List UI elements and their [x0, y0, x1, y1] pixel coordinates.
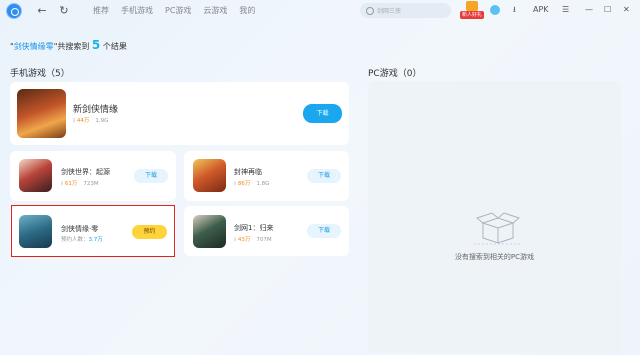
maximize-icon[interactable]: ☐ [604, 4, 611, 16]
nav-cloud-games[interactable]: 云游戏 [203, 5, 227, 17]
close-icon[interactable]: ✕ [623, 4, 630, 16]
game-thumbnail [17, 89, 66, 138]
download-count-icon: ⭳ [234, 236, 237, 243]
pc-empty-text: 没有搜索到相关的PC游戏 [454, 253, 535, 261]
featured-game-card[interactable]: 新剑侠情缘 ⭳ 44万 1.9G 下载 [10, 82, 349, 145]
nav-recommend[interactable]: 推荐 [93, 5, 109, 17]
download-button[interactable]: 下载 [307, 169, 341, 183]
gift-badge[interactable]: 新人好礼 [460, 1, 484, 21]
game-card[interactable]: 剑侠世界：起源 ⭳ 61万 723M 下载 [10, 151, 176, 201]
game-name: 剑网1：归来 [234, 224, 274, 232]
game-card[interactable]: 封神再临 ⭳ 86万 1.8G 下载 [184, 151, 349, 201]
download-count: 44万 [76, 118, 90, 124]
file-size: 1.8G [256, 181, 270, 187]
app-logo-icon[interactable] [7, 4, 21, 18]
file-size: 1.9G [95, 118, 109, 124]
featured-game-meta: ⭳ 44万 1.9G [73, 116, 108, 126]
gift-icon [466, 1, 478, 11]
search-input[interactable]: 剑网三侠 [360, 3, 451, 18]
game-thumbnail [193, 215, 226, 248]
game-card[interactable]: 剑网1：归来 ⭳ 43万 707M 下载 [184, 206, 349, 256]
result-suffix: 个结果 [102, 42, 127, 51]
back-arrow-icon[interactable]: ← [35, 3, 49, 19]
refresh-icon[interactable]: ↻ [57, 3, 71, 19]
gift-badge-label: 新人好礼 [460, 11, 484, 19]
highlight-box [11, 205, 175, 257]
menu-icon[interactable]: ☰ [562, 4, 569, 16]
download-count-icon: ⭳ [73, 117, 76, 124]
search-placeholder: 剑网三侠 [377, 8, 402, 15]
result-middle-text: "共搜索到 [53, 42, 90, 51]
game-thumbnail [193, 159, 226, 192]
download-count: 86万 [237, 181, 251, 187]
download-count-icon: ⭳ [61, 180, 64, 187]
main-nav: 推荐 手机游戏 PC游戏 云游戏 我的 [93, 5, 255, 17]
game-name: 剑侠世界：起源 [61, 168, 110, 176]
minimize-icon[interactable]: — [585, 4, 593, 16]
search-keyword: 剑侠情缘零 [13, 42, 54, 51]
download-icon[interactable]: ⭳ [513, 4, 516, 16]
download-count: 43万 [237, 237, 251, 243]
download-count-icon: ⭳ [234, 180, 237, 187]
game-meta: ⭳ 43万 707M [234, 235, 272, 245]
search-icon [366, 6, 374, 15]
download-button[interactable]: 下载 [134, 169, 168, 183]
game-thumbnail [19, 159, 52, 192]
game-meta: ⭳ 86万 1.8G [234, 179, 269, 189]
apk-button[interactable]: APK [533, 4, 549, 16]
game-meta: ⭳ 61万 723M [61, 179, 99, 189]
file-size: 707M [256, 237, 272, 243]
download-button[interactable]: 下载 [307, 224, 341, 238]
download-button[interactable]: 下载 [303, 104, 342, 123]
featured-game-name: 新剑侠情缘 [73, 105, 119, 115]
nav-pc-games[interactable]: PC游戏 [165, 5, 191, 17]
game-name: 封神再临 [234, 168, 262, 176]
mobile-games-title: 手机游戏（5） [10, 69, 70, 79]
download-count: 61万 [64, 181, 78, 187]
file-size: 723M [83, 181, 99, 187]
result-count: 5 [91, 38, 101, 52]
nav-mine[interactable]: 我的 [239, 5, 255, 17]
pc-games-title: PC游戏（0） [368, 69, 422, 79]
nav-mobile-games[interactable]: 手机游戏 [121, 5, 153, 17]
empty-box-icon [474, 212, 522, 245]
search-result-summary: "剑侠情缘零"共搜索到 5 个结果 [10, 38, 127, 52]
avatar[interactable] [490, 5, 500, 15]
top-bar: ← ↻ 推荐 手机游戏 PC游戏 云游戏 我的 剑网三侠 新人好礼 ⭳ APK … [0, 0, 640, 22]
